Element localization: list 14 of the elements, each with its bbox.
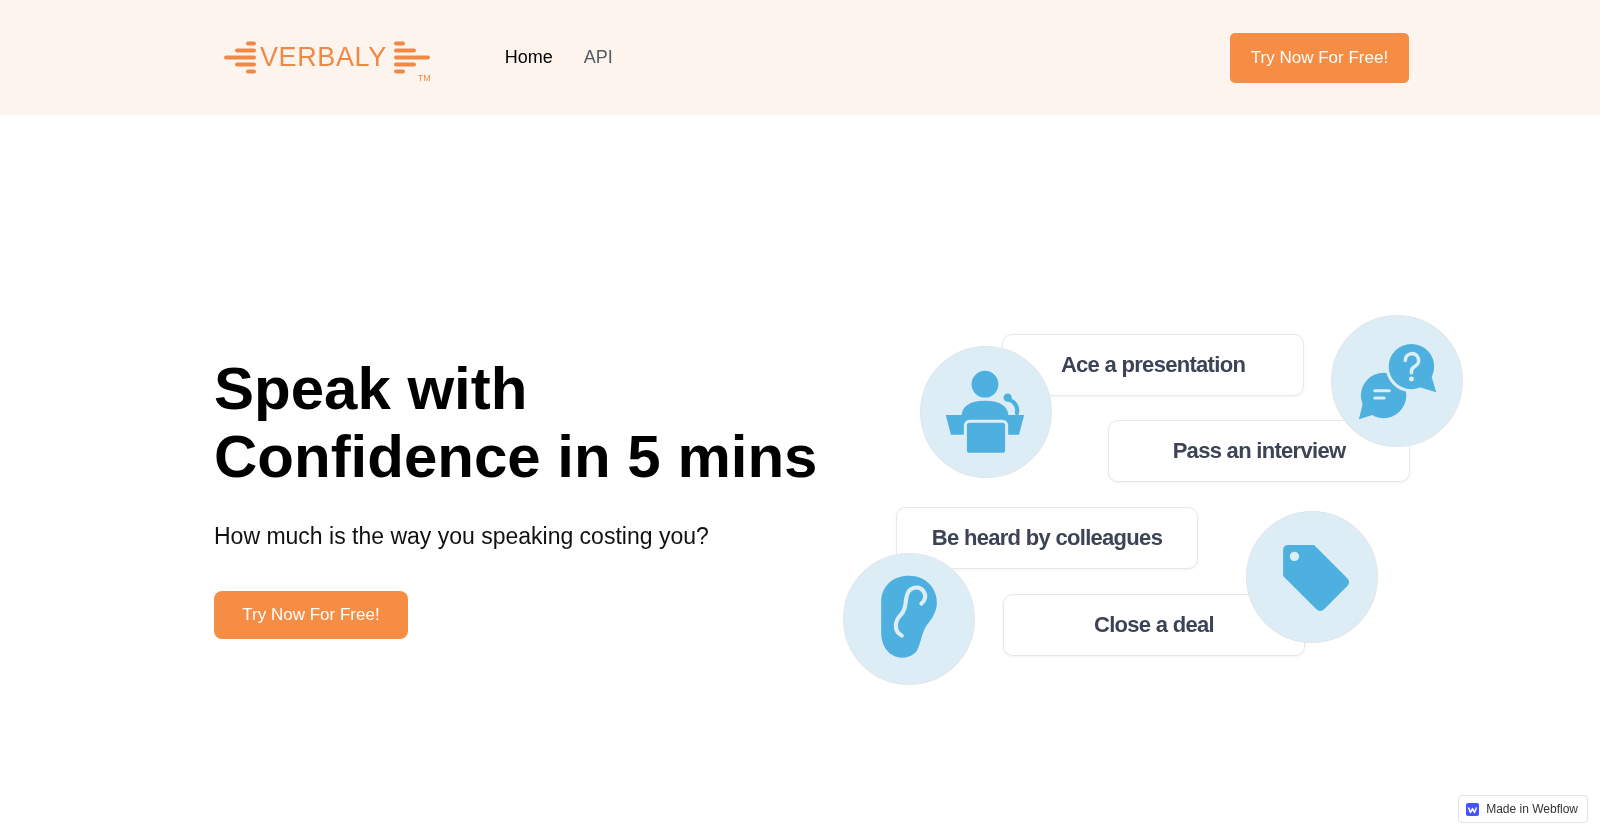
made-in-webflow-link[interactable]: Made in Webflow bbox=[1458, 795, 1588, 823]
goal-label: Close a deal bbox=[1094, 611, 1214, 639]
trademark-sign: TM bbox=[417, 74, 431, 83]
hero-subtitle: How much is the way you speaking costing you? bbox=[214, 524, 710, 549]
speed-lines-icon bbox=[224, 41, 256, 74]
logo-wordmark: VERBALY bbox=[260, 44, 387, 71]
nav-link[interactable]: Home bbox=[504, 47, 553, 68]
goal-label: Be heard by colleagues bbox=[931, 524, 1163, 552]
goal-label: Pass an interview bbox=[1172, 437, 1346, 465]
logo-icon bbox=[1466, 802, 1480, 816]
hero-heading: Speak with Confidence in 5 mins bbox=[214, 355, 819, 491]
goal-label: Ace a presentation bbox=[1060, 351, 1246, 379]
nav-link[interactable]: API bbox=[583, 47, 613, 68]
speed-lines-icon bbox=[393, 41, 430, 74]
